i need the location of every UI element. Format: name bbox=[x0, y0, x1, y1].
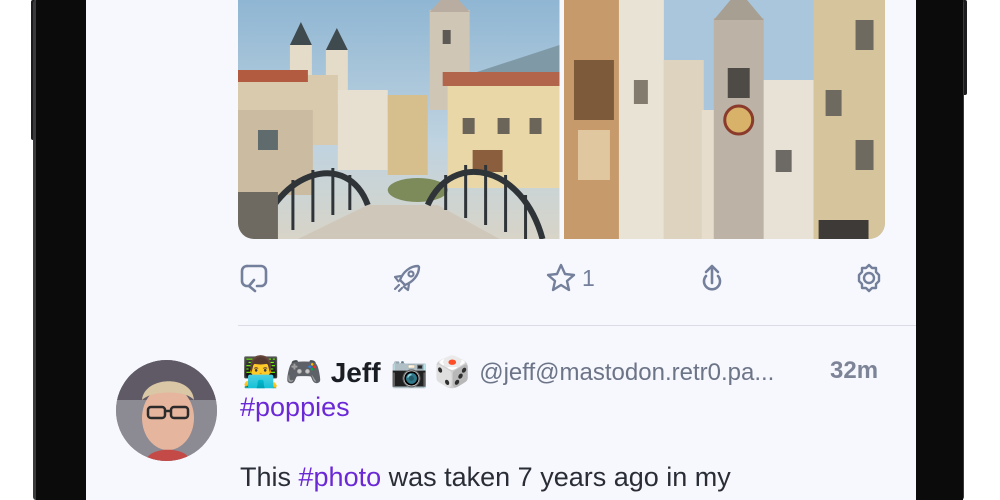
star-icon bbox=[546, 263, 576, 292]
rocket-icon bbox=[393, 264, 421, 293]
favourite-button[interactable]: 1 bbox=[544, 258, 595, 298]
dice-emoji: 🎲 bbox=[433, 355, 472, 390]
game-controller-emoji: 🎮 bbox=[285, 355, 323, 390]
gear-icon bbox=[857, 263, 881, 293]
display-name[interactable]: Jeff bbox=[331, 357, 381, 389]
hashtag-link-photo[interactable]: #photo bbox=[299, 462, 382, 492]
status-timestamp[interactable]: 32m bbox=[830, 357, 878, 385]
media-photo-bridge[interactable] bbox=[238, 0, 560, 239]
account-handle[interactable]: @jeff@mastodon.retr0.pa... bbox=[479, 359, 774, 387]
reply-button[interactable] bbox=[238, 258, 272, 298]
share-button[interactable] bbox=[695, 258, 729, 298]
timeline-screen: 1 👨‍💻 🎮 J bbox=[86, 0, 916, 500]
status-content: This #photo was taken 7 years ago in my bbox=[240, 462, 731, 493]
favourite-count: 1 bbox=[582, 264, 595, 291]
status-header: 👨‍💻 🎮 Jeff 📷 🎲 @jeff@mastodon.retr0.pa..… bbox=[242, 352, 892, 394]
status-text: This bbox=[240, 462, 299, 492]
phone-frame-right bbox=[915, 0, 963, 500]
technologist-emoji: 👨‍💻 bbox=[242, 355, 280, 390]
media-photo-clock-tower[interactable] bbox=[563, 0, 885, 239]
clock-tower-street-photo bbox=[563, 0, 885, 239]
bridge-town-photo bbox=[238, 0, 560, 239]
media-gallery bbox=[238, 0, 885, 239]
camera-emoji: 📷 bbox=[390, 355, 428, 390]
hashtag-link[interactable]: #poppies bbox=[240, 392, 350, 423]
share-icon bbox=[702, 264, 722, 291]
more-button[interactable] bbox=[852, 258, 886, 298]
phone-frame-left bbox=[36, 0, 86, 500]
boost-button[interactable] bbox=[390, 258, 424, 298]
status-action-bar: 1 bbox=[238, 258, 886, 298]
avatar[interactable] bbox=[116, 360, 217, 461]
reply-icon bbox=[240, 264, 268, 293]
avatar-photo bbox=[116, 360, 217, 461]
status-text: was taken 7 years ago in my bbox=[381, 462, 731, 492]
status-divider bbox=[238, 325, 916, 326]
